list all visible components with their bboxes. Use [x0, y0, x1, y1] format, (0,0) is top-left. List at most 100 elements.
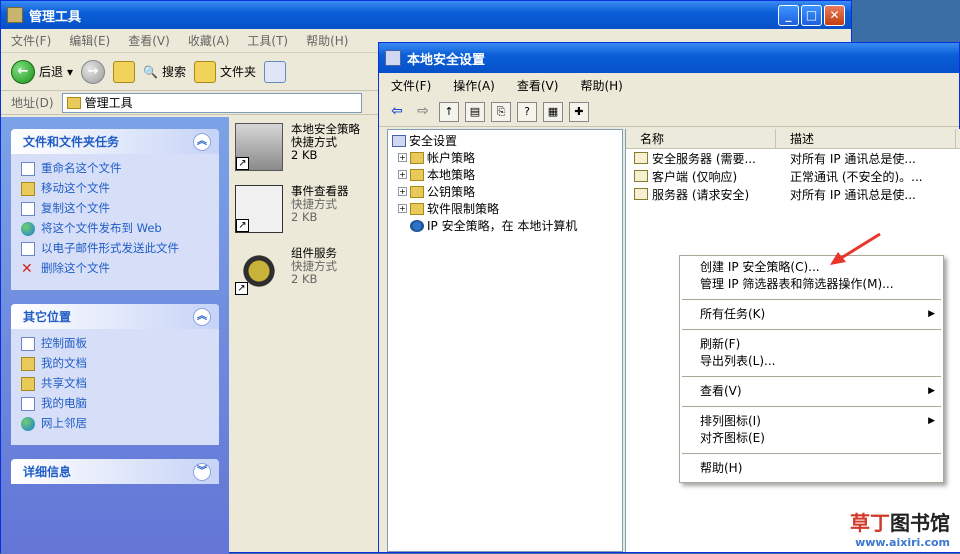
- annotation-arrow-icon: [826, 232, 884, 268]
- file-item[interactable]: ↗ 组件服务 快捷方式 2 KB: [233, 241, 383, 303]
- place-my-computer[interactable]: 我的电脑: [21, 397, 209, 411]
- lss-menu-help[interactable]: 帮助(H): [580, 77, 622, 94]
- menu-create-ip-policy[interactable]: 创建 IP 安全策略(C)...: [680, 259, 943, 276]
- menu-favorites[interactable]: 收藏(A): [188, 32, 230, 49]
- explorer-title: 管理工具: [29, 6, 81, 25]
- tree-node-local-policy[interactable]: + 本地策略: [392, 166, 618, 183]
- create-policy-icon[interactable]: ✚: [569, 102, 589, 122]
- other-places-panel: 其它位置 ︽ 控制面板 我的文档 共享文档 我的电脑 网上邻居: [11, 304, 219, 445]
- forward-arrow-icon[interactable]: ⇨: [413, 102, 433, 122]
- tree-node-ip-security[interactable]: IP 安全策略，在 本地计算机: [392, 217, 618, 234]
- menu-separator: [682, 453, 941, 454]
- file-list: ↗ 本地安全策略 快捷方式 2 KB ↗ 事件查看器 快捷方式 2 KB ↗ 组…: [233, 117, 383, 303]
- place-network[interactable]: 网上邻居: [21, 417, 209, 431]
- menu-tools[interactable]: 工具(T): [247, 32, 288, 49]
- menu-export-list[interactable]: 导出列表(L)...: [680, 353, 943, 370]
- menu-help[interactable]: 帮助(H): [680, 460, 943, 477]
- explorer-titlebar[interactable]: 管理工具 _ □ ✕: [1, 1, 851, 29]
- policy-icon: [634, 188, 648, 200]
- tree-node-public-key[interactable]: + 公钥策略: [392, 183, 618, 200]
- menu-all-tasks[interactable]: 所有任务(K)▶: [680, 306, 943, 323]
- policy-tree: 安全设置 + 帐户策略 + 本地策略 + 公钥策略 + 软件限制策略 IP 安全…: [387, 129, 623, 552]
- folder-icon: [194, 61, 216, 83]
- task-email[interactable]: 以电子邮件形式发送此文件: [21, 242, 209, 256]
- menu-view[interactable]: 查看(V): [128, 32, 170, 49]
- shortcut-arrow-icon: ↗: [236, 219, 249, 232]
- search-button[interactable]: 🔍 搜索: [143, 63, 186, 80]
- forward-button[interactable]: →: [81, 60, 105, 84]
- lss-titlebar[interactable]: 本地安全设置: [379, 43, 959, 73]
- security-policy-icon: ↗: [235, 123, 283, 171]
- views-button[interactable]: [264, 61, 286, 83]
- submenu-arrow-icon: ▶: [928, 306, 935, 323]
- menu-view[interactable]: 查看(V)▶: [680, 383, 943, 400]
- place-shared-documents[interactable]: 共享文档: [21, 377, 209, 391]
- views-icon: [264, 61, 286, 83]
- column-name[interactable]: 名称: [626, 129, 776, 148]
- submenu-arrow-icon: ▶: [928, 383, 935, 400]
- expand-icon[interactable]: ︾: [193, 463, 211, 481]
- folder-icon: [410, 186, 424, 198]
- file-tasks-header[interactable]: 文件和文件夹任务 ︽: [11, 129, 219, 154]
- shortcut-arrow-icon: ↗: [235, 282, 248, 295]
- maximize-button[interactable]: □: [801, 5, 822, 26]
- file-item[interactable]: ↗ 事件查看器 快捷方式 2 KB: [233, 179, 383, 241]
- context-menu: 创建 IP 安全策略(C)... 管理 IP 筛选器表和筛选器操作(M)... …: [679, 255, 944, 483]
- list-item[interactable]: 客户端 (仅响应) 正常通讯 (不安全的)。...: [626, 167, 960, 185]
- search-icon: 🔍: [143, 65, 158, 79]
- security-settings-icon: [392, 135, 406, 147]
- address-label: 地址(D): [11, 94, 54, 111]
- close-button[interactable]: ✕: [824, 5, 845, 26]
- tree-node-root[interactable]: 安全设置: [392, 132, 618, 149]
- list-item[interactable]: 服务器 (请求安全) 对所有 IP 通讯总是使...: [626, 185, 960, 203]
- lss-menu-view[interactable]: 查看(V): [517, 77, 559, 94]
- collapse-icon[interactable]: ︽: [193, 308, 211, 326]
- list-item[interactable]: 安全服务器 (需要... 对所有 IP 通讯总是使...: [626, 149, 960, 167]
- column-description[interactable]: 描述: [776, 129, 956, 148]
- component-services-icon: ↗: [235, 247, 283, 295]
- place-control-panel[interactable]: 控制面板: [21, 337, 209, 351]
- file-item[interactable]: ↗ 本地安全策略 快捷方式 2 KB: [233, 117, 383, 179]
- menu-manage-filters[interactable]: 管理 IP 筛选器表和筛选器操作(M)...: [680, 276, 943, 293]
- expand-plus-icon[interactable]: +: [398, 204, 407, 213]
- expand-plus-icon[interactable]: +: [398, 187, 407, 196]
- menu-arrange-icons[interactable]: 排列图标(I)▶: [680, 413, 943, 430]
- task-move[interactable]: 移动这个文件: [21, 182, 209, 196]
- menu-line-up-icons[interactable]: 对齐图标(E): [680, 430, 943, 447]
- folders-button[interactable]: 文件夹: [194, 61, 256, 83]
- task-rename[interactable]: 重命名这个文件: [21, 162, 209, 176]
- tree-node-software-restriction[interactable]: + 软件限制策略: [392, 200, 618, 217]
- up-button[interactable]: [113, 61, 135, 83]
- ip-security-icon: [410, 220, 424, 232]
- menu-file[interactable]: 文件(F): [11, 32, 51, 49]
- other-places-header[interactable]: 其它位置 ︽: [11, 304, 219, 329]
- details-header[interactable]: 详细信息 ︾: [11, 459, 219, 484]
- computer-icon: [21, 397, 35, 411]
- menu-help[interactable]: 帮助(H): [306, 32, 348, 49]
- help-icon[interactable]: ?: [517, 102, 537, 122]
- menu-edit[interactable]: 编辑(E): [69, 32, 110, 49]
- task-copy[interactable]: 复制这个文件: [21, 202, 209, 216]
- documents-folder-icon: [21, 357, 35, 371]
- globe-icon: [21, 222, 35, 236]
- menu-refresh[interactable]: 刷新(F): [680, 336, 943, 353]
- collapse-icon[interactable]: ︽: [193, 133, 211, 151]
- manage-filters-icon[interactable]: ▦: [543, 102, 563, 122]
- place-my-documents[interactable]: 我的文档: [21, 357, 209, 371]
- task-delete[interactable]: ✕删除这个文件: [21, 262, 209, 276]
- properties-icon[interactable]: ▤: [465, 102, 485, 122]
- tree-node-account-policy[interactable]: + 帐户策略: [392, 149, 618, 166]
- address-input[interactable]: 管理工具: [62, 93, 362, 113]
- event-viewer-icon: ↗: [235, 185, 283, 233]
- back-button[interactable]: ← 后退 ▾: [11, 60, 73, 84]
- minimize-button[interactable]: _: [778, 5, 799, 26]
- lss-menu-action[interactable]: 操作(A): [453, 77, 495, 94]
- back-arrow-icon[interactable]: ⇦: [387, 102, 407, 122]
- expand-plus-icon[interactable]: +: [398, 170, 407, 179]
- lss-menu-file[interactable]: 文件(F): [391, 77, 431, 94]
- export-list-icon[interactable]: ⎘: [491, 102, 511, 122]
- up-level-icon[interactable]: ↑: [439, 102, 459, 122]
- task-publish[interactable]: 将这个文件发布到 Web: [21, 222, 209, 236]
- expand-plus-icon[interactable]: +: [398, 153, 407, 162]
- menu-separator: [682, 376, 941, 377]
